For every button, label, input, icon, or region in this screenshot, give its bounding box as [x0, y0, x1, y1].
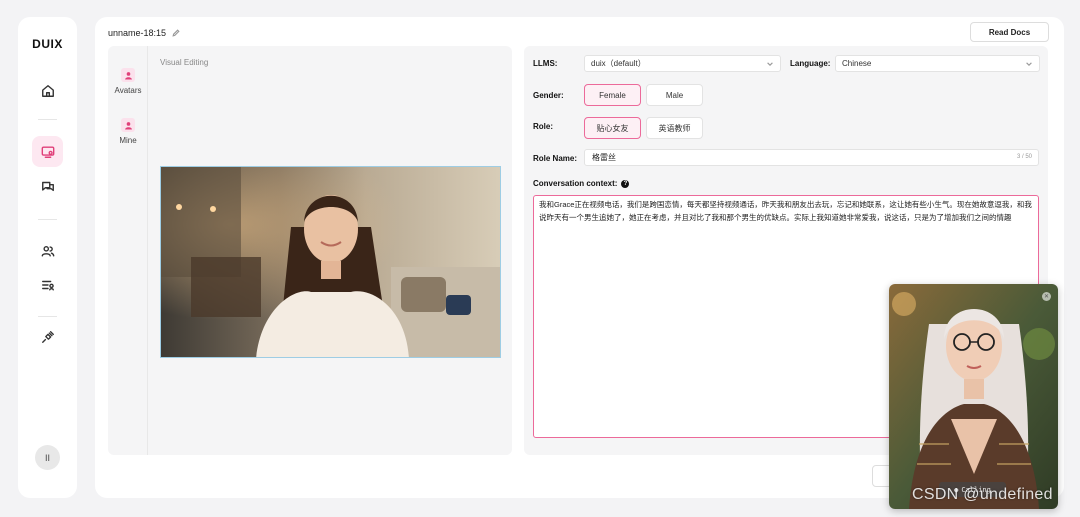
left-rail: DUIX II: [18, 17, 77, 498]
tab-mine[interactable]: Mine: [108, 118, 148, 145]
rail-divider: [38, 316, 57, 317]
role-english-teacher-option[interactable]: 英语教师: [646, 117, 703, 139]
app-logo: DUIX: [32, 37, 63, 51]
rail-divider: [38, 219, 57, 220]
rail-plugin-button[interactable]: [32, 321, 63, 352]
watermark: CSDN @undefined: [912, 486, 1053, 503]
llms-label: LLMS:: [533, 59, 558, 68]
close-icon[interactable]: ✕: [1042, 292, 1051, 301]
rail-home-button[interactable]: [32, 75, 63, 106]
llms-value: duix（default）: [591, 59, 646, 68]
user-avatar[interactable]: II: [35, 445, 60, 470]
rail-users-button[interactable]: [32, 235, 63, 266]
role-label: Role:: [533, 122, 553, 131]
avatar-preview-image: [161, 167, 500, 357]
avatar-icon: [121, 68, 135, 82]
screen-avatar-icon: [41, 145, 54, 158]
role-name-value: 格雷丝: [592, 153, 616, 162]
rail-avatar-editor-button[interactable]: [32, 136, 63, 167]
gender-male-option[interactable]: Male: [646, 84, 703, 106]
project-title: unname-18:15: [108, 28, 180, 38]
video-call-window[interactable]: ✕ ● Calling: [889, 284, 1058, 509]
chat-icon: [41, 181, 54, 191]
help-icon[interactable]: ?: [621, 179, 630, 188]
list-user-icon: [41, 280, 54, 291]
rail-chat-button[interactable]: [32, 170, 63, 201]
visual-editor-panel: Avatars Mine Visual Editing: [108, 46, 512, 455]
role-name-char-count: 3 / 50: [1016, 154, 1032, 160]
role-girlfriend-option[interactable]: 贴心女友: [584, 117, 641, 139]
read-docs-button[interactable]: Read Docs: [970, 22, 1049, 42]
avatar-preview[interactable]: [160, 166, 501, 358]
tab-mine-label: Mine: [119, 136, 137, 145]
chevron-down-icon: [1025, 60, 1033, 68]
tab-avatars-label: Avatars: [114, 86, 142, 95]
gender-female-option[interactable]: Female: [584, 84, 641, 106]
role-name-label: Role Name:: [533, 154, 578, 163]
rail-divider: [38, 119, 57, 120]
rail-list-button[interactable]: [32, 269, 63, 300]
tab-avatars[interactable]: Avatars: [108, 68, 148, 95]
language-label: Language:: [790, 59, 831, 68]
chevron-down-icon: [766, 60, 774, 68]
editor-tab-column: Avatars Mine: [108, 46, 148, 455]
project-name: unname-18:15: [108, 28, 167, 38]
language-value: Chinese: [842, 59, 872, 68]
call-video-feed: [889, 284, 1058, 509]
avatar-icon: [121, 118, 135, 132]
plugin-icon: [41, 330, 54, 343]
role-name-input[interactable]: 格雷丝 3 / 50: [584, 149, 1039, 166]
home-icon: [41, 84, 54, 97]
conversation-context-label: Conversation context: ?: [533, 179, 630, 188]
language-select[interactable]: Chinese: [835, 55, 1040, 72]
conversation-context-label-text: Conversation context:: [533, 179, 618, 188]
gender-label: Gender:: [533, 91, 564, 100]
visual-editing-label: Visual Editing: [160, 58, 209, 67]
users-icon: [41, 245, 54, 257]
edit-icon[interactable]: [172, 29, 180, 37]
llms-select[interactable]: duix（default）: [584, 55, 781, 72]
